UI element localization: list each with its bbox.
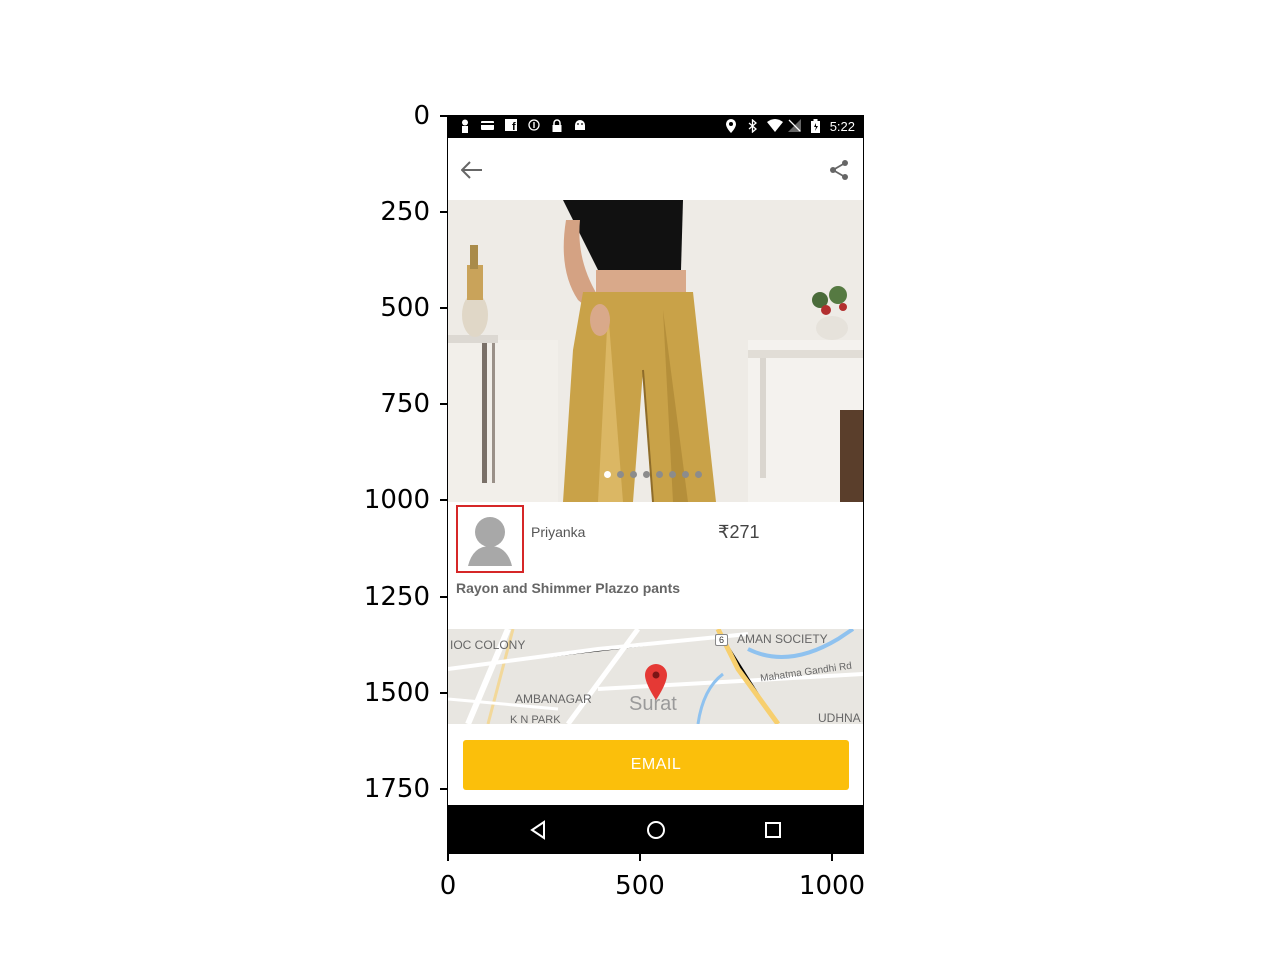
x-tick-label: 1000	[798, 871, 866, 901]
status-left-icons: f	[458, 119, 586, 134]
map-label: UDHNA	[818, 711, 861, 724]
map-label: IOC COLONY	[450, 638, 526, 652]
share-button[interactable]	[823, 154, 855, 186]
x-tick-mark	[639, 854, 641, 861]
seller-row: Priyanka ₹271	[448, 502, 863, 582]
profile-icon	[458, 119, 471, 134]
x-tick-mark	[447, 854, 449, 861]
nav-back-button[interactable]	[528, 819, 550, 841]
lock-icon	[550, 119, 563, 134]
pager-dot[interactable]	[656, 471, 663, 478]
no-signal-icon	[787, 119, 801, 134]
y-tick-mark	[440, 596, 447, 598]
product-image-gallery[interactable]	[448, 200, 863, 502]
y-tick-label: 1500	[363, 678, 430, 708]
pager-dot[interactable]	[630, 471, 637, 478]
screenshot-frame: f 5:22 Priyanka ₹271 Rayon and Shimmer P…	[447, 115, 864, 854]
y-tick-label: 500	[380, 293, 430, 323]
price: ₹271	[718, 522, 760, 542]
back-button[interactable]	[456, 154, 488, 186]
pager-dot[interactable]	[617, 471, 624, 478]
y-tick-label: 1250	[363, 582, 430, 612]
circle-home-icon	[647, 821, 665, 839]
product-photo	[448, 200, 863, 502]
route-shield: 6	[715, 634, 729, 646]
x-tick-label: 500	[615, 871, 665, 901]
arrow-left-icon	[461, 161, 482, 179]
location-icon	[725, 119, 738, 134]
info-icon	[527, 119, 540, 134]
y-tick-mark	[440, 788, 447, 790]
avatar-placeholder-icon	[468, 517, 512, 566]
app-bar	[448, 138, 863, 200]
share-icon	[830, 160, 848, 180]
y-tick-label: 1000	[363, 485, 430, 515]
y-tick-label: 1750	[363, 774, 430, 804]
product-title: Rayon and Shimmer Plazzo pants	[456, 580, 681, 596]
y-tick-mark	[440, 115, 447, 117]
pager-dot[interactable]	[682, 471, 689, 478]
square-recents-icon	[765, 822, 781, 838]
seller-name[interactable]: Priyanka	[531, 524, 585, 540]
map-pin-icon	[645, 664, 667, 700]
map-label: AMAN SOCIETY	[737, 632, 828, 646]
x-tick-label: 0	[439, 871, 457, 901]
y-tick-label: 0	[413, 101, 430, 131]
x-tick-mark	[831, 854, 833, 861]
pager-dot[interactable]	[604, 471, 611, 478]
pager-dot[interactable]	[643, 471, 650, 478]
pager-dot[interactable]	[669, 471, 676, 478]
status-bar: f 5:22	[448, 116, 863, 138]
bluetooth-icon	[746, 118, 759, 134]
nav-recents-button[interactable]	[762, 819, 784, 841]
y-tick-mark	[440, 499, 447, 501]
pager-dot[interactable]	[695, 471, 702, 478]
android-icon	[573, 119, 586, 134]
wifi-icon	[766, 119, 783, 134]
triangle-back-icon	[530, 820, 545, 840]
facebook-icon: f	[504, 119, 517, 134]
y-tick-mark	[440, 403, 447, 405]
navigation-bar	[448, 805, 863, 853]
status-right-icons: 5:22	[725, 118, 855, 134]
y-tick-mark	[440, 692, 447, 694]
status-time: 5:22	[829, 119, 855, 134]
email-button[interactable]: EMAIL	[463, 740, 849, 790]
y-tick-label: 750	[380, 389, 430, 419]
nav-home-button[interactable]	[645, 819, 667, 841]
card-icon	[481, 119, 494, 134]
battery-icon	[809, 119, 822, 134]
y-tick-mark	[440, 307, 447, 309]
map-label: AMBANAGAR	[515, 692, 592, 706]
y-tick-mark	[440, 211, 447, 213]
y-tick-label: 250	[380, 197, 430, 227]
svg-text:f: f	[512, 121, 516, 131]
map-label: K N PARK	[510, 714, 561, 724]
gallery-page-indicator	[604, 471, 702, 478]
seller-avatar[interactable]	[456, 505, 524, 573]
location-map[interactable]: IOC COLONY AMAN SOCIETY Mahatma Gandhi R…	[448, 629, 863, 724]
